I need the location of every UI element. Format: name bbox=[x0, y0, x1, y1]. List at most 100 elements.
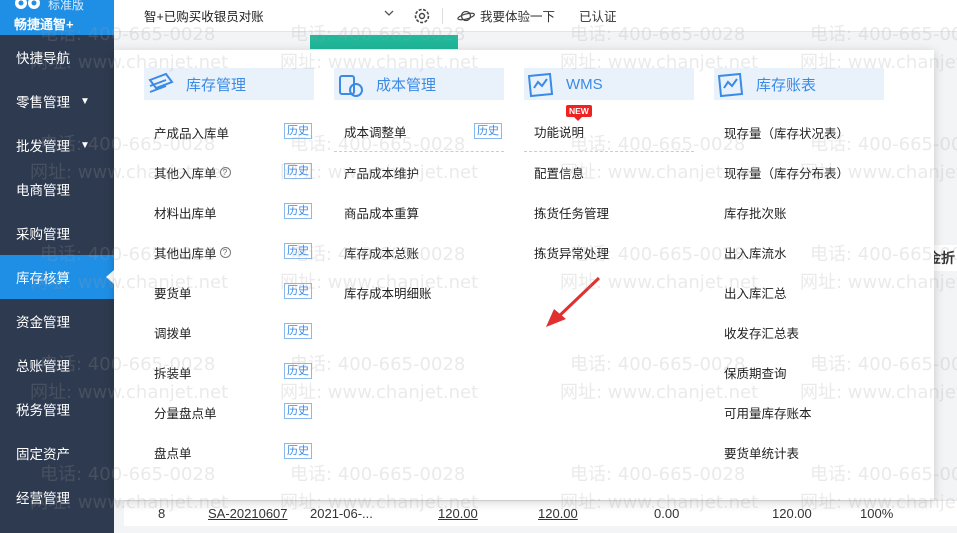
gear-icon[interactable] bbox=[412, 6, 432, 26]
menu-item[interactable]: 库存批次账 bbox=[714, 192, 884, 232]
menu-item[interactable]: 产品成本维护 bbox=[334, 152, 504, 192]
history-button[interactable]: 历史 bbox=[284, 203, 312, 219]
menu-item[interactable]: 收发存汇总表 bbox=[714, 312, 884, 352]
menu-item-label: 要货单统计表 bbox=[724, 446, 800, 461]
menu-item[interactable]: 出入库汇总 bbox=[714, 272, 884, 312]
menu-item[interactable]: 盘点单 历史 bbox=[144, 432, 314, 472]
menu-item[interactable]: 拣货异常处理 bbox=[524, 232, 694, 272]
menu-item-label: 商品成本重算 bbox=[344, 206, 420, 221]
menu-item-label: 收发存汇总表 bbox=[724, 326, 800, 341]
sidebar-item-label: 电商管理 bbox=[16, 183, 70, 198]
divider bbox=[442, 7, 443, 24]
menu-item[interactable]: 调拨单 历史 bbox=[144, 312, 314, 352]
try-label: 我要体验一下 bbox=[480, 10, 556, 24]
sidebar-item[interactable]: 总账管理 bbox=[0, 343, 114, 387]
history-button[interactable]: 历史 bbox=[284, 323, 312, 339]
sidebar-item-label: 批发管理 bbox=[16, 139, 70, 154]
row-amount: 0.00 bbox=[654, 506, 680, 521]
brand[interactable]: 标准版 畅捷通智+ bbox=[0, 0, 114, 35]
help-icon[interactable]: ? bbox=[219, 166, 231, 178]
history-button[interactable]: 历史 bbox=[284, 163, 312, 179]
menu-item-label: 可用量库存账本 bbox=[724, 406, 812, 421]
menu-item[interactable]: 要货单 历史 bbox=[144, 272, 314, 312]
menu-item-label: 材料出库单 bbox=[154, 206, 217, 221]
menu-item[interactable]: 其他入库单? 历史 bbox=[144, 152, 314, 192]
product-name: 畅捷通智+ bbox=[14, 17, 74, 32]
box-icon bbox=[148, 72, 174, 93]
menu-item-label: 现存量（库存状况表） bbox=[724, 126, 850, 141]
menu-item-label: 出入库汇总 bbox=[724, 286, 787, 301]
sidebar-item[interactable]: 经营管理 bbox=[0, 475, 114, 519]
menu-item[interactable]: 库存成本总账 bbox=[334, 232, 504, 272]
menu-item-label: 拆装单 bbox=[154, 366, 192, 381]
sidebar-item[interactable]: 快捷导航 bbox=[0, 35, 114, 79]
history-button[interactable]: 历史 bbox=[284, 403, 312, 419]
org-select-value: 智+已购买收银员对账 bbox=[144, 10, 264, 24]
history-button[interactable]: 历史 bbox=[284, 363, 312, 379]
module-menu-panel: 库存管理 产成品入库单 历史 其他入库单? 历史 材料出库单 历史 其他出库单? 历史 要货单 历史… bbox=[114, 50, 934, 500]
menu-item-label: 库存成本总账 bbox=[344, 246, 420, 261]
sidebar-item[interactable]: 电商管理 bbox=[0, 167, 114, 211]
menu-item-label: 拣货异常处理 bbox=[534, 246, 610, 261]
menu-item-label: 产品成本维护 bbox=[344, 166, 420, 181]
menu-item[interactable]: 商品成本重算 bbox=[334, 192, 504, 232]
menu-item-label: 产成品入库单 bbox=[154, 126, 230, 141]
menu-item[interactable]: 出入库流水 bbox=[714, 232, 884, 272]
menu-item[interactable]: 产成品入库单 历史 bbox=[144, 112, 314, 152]
menu-item[interactable]: 拆装单 历史 bbox=[144, 352, 314, 392]
logo-icon bbox=[15, 0, 40, 9]
history-button[interactable]: 历史 bbox=[284, 283, 312, 299]
coins-icon bbox=[339, 75, 363, 97]
menu-column-title-text: 成本管理 bbox=[376, 76, 437, 94]
sidebar-item[interactable]: 税务管理 bbox=[0, 387, 114, 431]
sidebar-item[interactable]: 固定资产 bbox=[0, 431, 114, 475]
menu-item[interactable]: 分量盘点单 历史 bbox=[144, 392, 314, 432]
menu-item[interactable]: 功能说明 NEW bbox=[524, 105, 694, 152]
row-date: 2021-06-... bbox=[310, 506, 373, 521]
menu-column-cost: 成本管理成本调整单 历史产品成本维护 商品成本重算 库存成本总账 库存成本明细账 bbox=[334, 68, 504, 312]
row-code-link[interactable]: SA-20210607 bbox=[208, 506, 288, 521]
sidebar-item[interactable]: 库存核算 bbox=[0, 255, 114, 299]
sidebar-item[interactable]: 批发管理 ▼ bbox=[0, 123, 114, 167]
menu-item[interactable]: 成本调整单 历史 bbox=[334, 112, 504, 152]
menu-item[interactable]: 拣货任务管理 bbox=[524, 192, 694, 232]
menu-item-label: 保质期查询 bbox=[724, 366, 787, 381]
sidebar-item[interactable]: 零售管理 ▼ bbox=[0, 79, 114, 123]
try-button[interactable]: 我要体验一下 bbox=[457, 6, 555, 25]
menu-item-label: 库存成本明细账 bbox=[344, 286, 432, 301]
chevron-down-icon bbox=[384, 10, 394, 16]
org-select[interactable]: 智+已购买收银员对账 bbox=[144, 0, 394, 32]
menu-column-title: 库存账表 bbox=[714, 68, 884, 100]
history-button[interactable]: 历史 bbox=[284, 243, 312, 259]
sidebar-item-label: 税务管理 bbox=[16, 403, 70, 418]
sidebar-item-label: 零售管理 bbox=[16, 95, 70, 110]
table-row[interactable]: 8 SA-20210607 2021-06-... 120.00 120.00 … bbox=[124, 500, 957, 526]
menu-item[interactable]: 配置信息 bbox=[524, 152, 694, 192]
wms-chart-icon bbox=[527, 72, 554, 98]
verified-label[interactable]: 已认证 bbox=[579, 6, 617, 25]
menu-item-label: 分量盘点单 bbox=[154, 406, 217, 421]
history-button[interactable]: 历史 bbox=[284, 123, 312, 139]
menu-item-label: 库存批次账 bbox=[724, 206, 787, 221]
menu-item[interactable]: 现存量（库存分布表） bbox=[714, 152, 884, 192]
sidebar-item-label: 库存核算 bbox=[16, 271, 70, 286]
menu-item[interactable]: 材料出库单 历史 bbox=[144, 192, 314, 232]
sidebar-item[interactable]: 采购管理 bbox=[0, 211, 114, 255]
menu-item-label: 调拨单 bbox=[154, 326, 192, 341]
help-icon[interactable]: ? bbox=[219, 246, 231, 258]
menu-item[interactable]: 要货单统计表 bbox=[714, 432, 884, 472]
sidebar-item[interactable]: 资金管理 bbox=[0, 299, 114, 343]
menu-item[interactable]: 其他出库单? 历史 bbox=[144, 232, 314, 272]
menu-item[interactable]: 库存成本明细账 bbox=[334, 272, 504, 312]
row-amount-link[interactable]: 120.00 bbox=[438, 506, 478, 521]
menu-item[interactable]: 现存量（库存状况表） bbox=[714, 112, 884, 152]
menu-item[interactable]: 可用量库存账本 bbox=[714, 392, 884, 432]
menu-item-label: 成本调整单 bbox=[344, 126, 407, 140]
edition-label: 标准版 bbox=[48, 0, 85, 12]
row-amount-link[interactable]: 120.00 bbox=[538, 506, 578, 521]
history-button[interactable]: 历史 bbox=[474, 123, 502, 139]
menu-item-label: 要货单 bbox=[154, 286, 192, 301]
menu-column-title: 成本管理 bbox=[334, 68, 504, 100]
menu-item[interactable]: 保质期查询 bbox=[714, 352, 884, 392]
history-button[interactable]: 历史 bbox=[284, 443, 312, 459]
